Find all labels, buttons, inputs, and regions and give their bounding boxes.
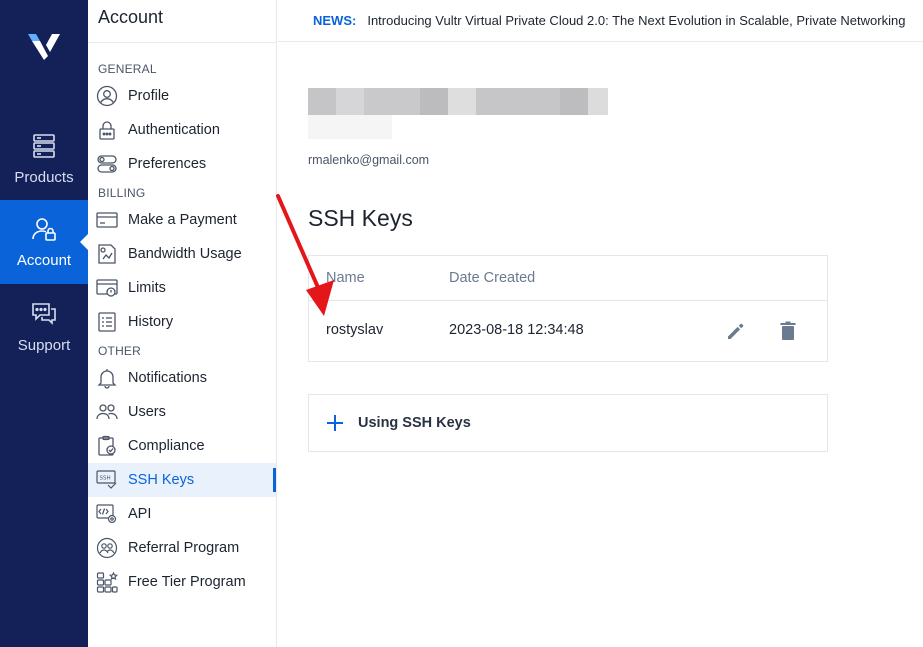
nav-item-label: Users [128,404,166,420]
ssh-key-icon: SSH [96,470,117,489]
ssh-keys-table: Name Date Created rostyslav 2023-08-18 1… [308,255,828,362]
column-header-name[interactable]: Name [326,270,365,286]
nav-item-label: Preferences [128,156,207,172]
nav-item-compliance[interactable]: Compliance [88,429,276,463]
accordion-label: Using SSH Keys [358,415,471,431]
referral-icon [96,537,118,559]
credit-card-icon [96,212,118,228]
ssh-key-name[interactable]: rostyslav [326,322,383,338]
nav-item-api[interactable]: API [88,497,276,531]
news-banner[interactable]: NEWS: Introducing Vultr Virtual Private … [278,0,923,42]
nav-item-label: SSH Keys [128,472,195,488]
table-header: Name Date Created [309,256,827,301]
plus-icon [327,415,343,431]
nav-item-make-a-payment[interactable]: Make a Payment [88,203,276,237]
nav-item-label: Bandwidth Usage [128,246,242,262]
section-general: GENERAL [98,62,157,76]
nav-item-label: Referral Program [128,540,240,556]
server-icon [33,133,55,158]
section-billing: BILLING [98,186,146,200]
rail-item-support[interactable]: Support [0,285,88,369]
news-text: Introducing Vultr Virtual Private Cloud … [367,13,906,28]
account-email: rmalenko@gmail.com [308,153,430,167]
section-other: OTHER [98,344,141,358]
nav-item-label: Make a Payment [128,212,237,228]
redacted-subtitle [308,115,392,139]
nav-item-label: Free Tier Program [128,574,246,590]
chat-icon [32,302,56,325]
nav-item-history[interactable]: History [88,305,276,339]
nav-item-ssh-keys[interactable]: SSH SSH Keys [88,463,276,497]
ssh-key-date: 2023-08-18 12:34:48 [449,322,584,338]
nav-item-profile[interactable]: Profile [88,79,276,113]
profile-icon [96,85,118,107]
subnav-title: Account [88,0,276,43]
nav-item-notifications[interactable]: Notifications [88,361,276,395]
users-icon [96,404,118,420]
news-tag: NEWS: [313,13,357,28]
nav-item-free-tier-program[interactable]: Free Tier Program [88,565,276,599]
nav-item-label: Authentication [128,122,220,138]
api-icon [96,504,117,524]
pencil-icon[interactable] [725,320,747,342]
limits-icon [96,279,118,297]
vultr-logo-icon[interactable] [26,30,62,60]
nav-item-limits[interactable]: Limits [88,271,276,305]
using-ssh-keys-accordion[interactable]: Using SSH Keys [308,394,828,452]
nav-item-authentication[interactable]: Authentication [88,113,276,147]
rail-item-account[interactable]: Account [0,200,88,284]
bandwidth-icon [98,244,116,264]
rail-item-label: Products [14,168,74,186]
nav-item-label: History [128,314,174,330]
table-row[interactable]: rostyslav 2023-08-18 12:34:48 [309,301,827,361]
bell-icon [97,369,117,389]
free-tier-icon [96,571,118,593]
nav-item-bandwidth-usage[interactable]: Bandwidth Usage [88,237,276,271]
nav-item-referral-program[interactable]: Referral Program [88,531,276,565]
nav-item-label: Notifications [128,370,207,386]
rail-item-label: Account [16,251,72,269]
toggles-icon [97,155,117,173]
column-header-date-created[interactable]: Date Created [449,270,535,286]
nav-item-label: Compliance [128,438,205,454]
rail-item-products[interactable]: Products [0,117,88,201]
history-icon [98,312,116,332]
redacted-account-name [308,88,608,115]
trash-icon[interactable] [777,320,799,342]
lock-icon [99,121,115,140]
nav-item-label: API [128,506,152,522]
svg-text:SSH: SSH [100,476,111,482]
main-rail: Products Account Support [0,0,88,647]
nav-item-preferences[interactable]: Preferences [88,147,276,181]
nav-item-label: Profile [128,88,170,104]
nav-item-users[interactable]: Users [88,395,276,429]
account-subnav: Account GENERAL Profile Authentication P… [88,0,277,647]
page-title: SSH Keys [308,205,413,231]
clipboard-check-icon [98,435,116,456]
rail-item-label: Support [17,336,71,354]
user-lock-icon [32,217,56,241]
nav-item-label: Limits [128,280,166,296]
